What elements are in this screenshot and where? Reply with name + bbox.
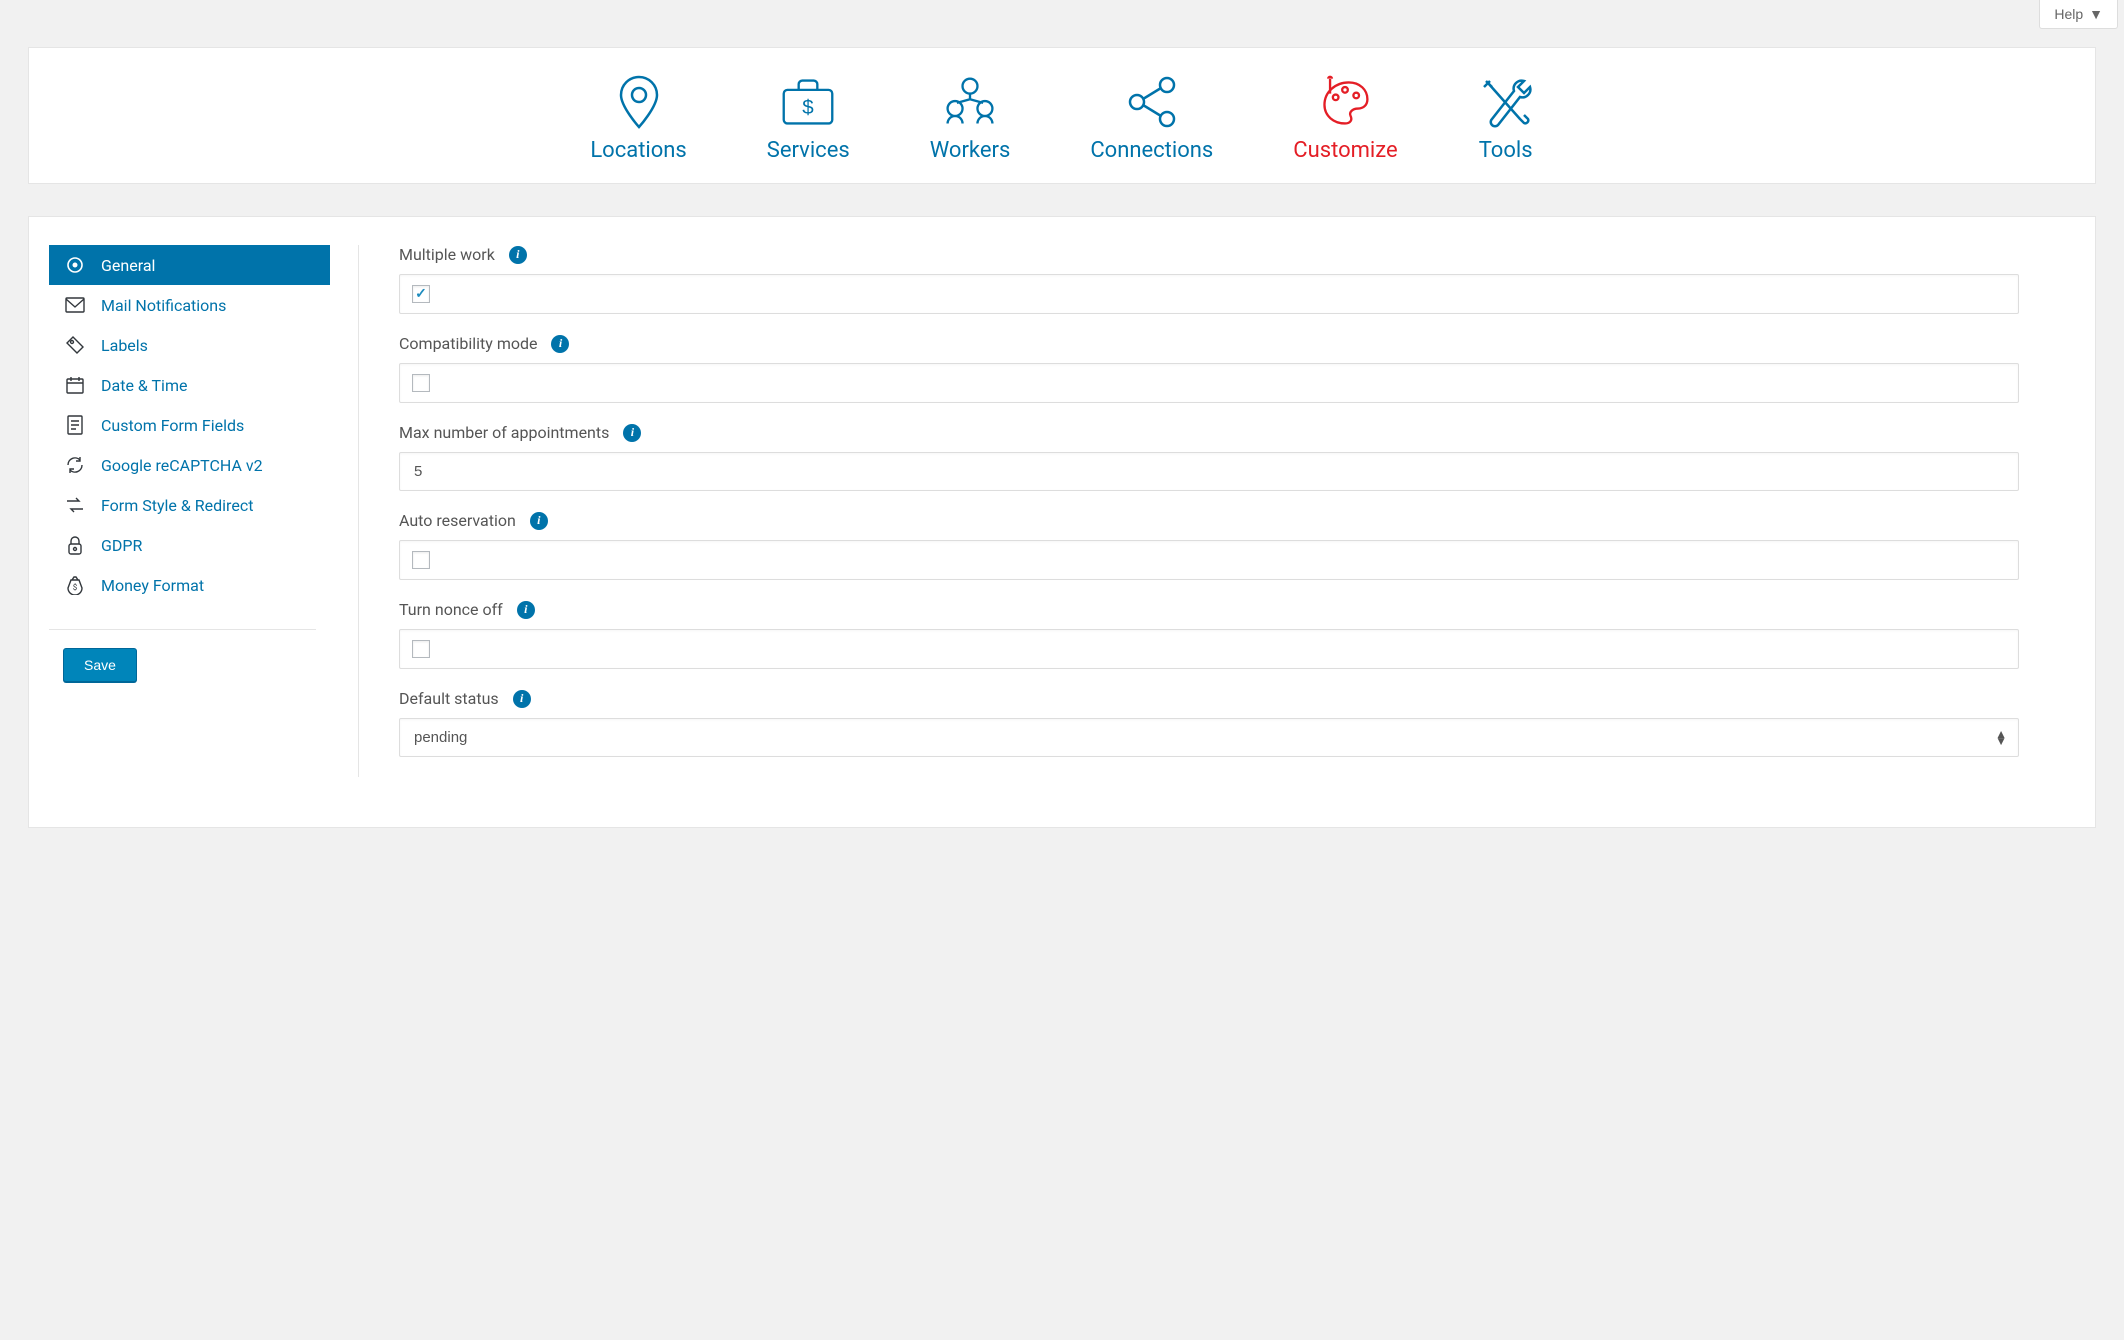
sidebar-item-label: GDPR: [101, 536, 142, 555]
tab-label: Customize: [1293, 138, 1397, 163]
tab-tools[interactable]: Tools: [1478, 74, 1534, 163]
svg-text:$: $: [803, 96, 815, 119]
field-label-text: Default status: [399, 689, 499, 708]
divider: [49, 629, 316, 630]
arrows-icon: [65, 495, 85, 515]
sidebar-item-mail[interactable]: Mail Notifications: [49, 285, 330, 325]
sidebar-nav: General Mail Notifications Labels Date &…: [49, 245, 330, 605]
envelope-icon: [65, 295, 85, 315]
lock-icon: [65, 535, 85, 555]
sidebar-item-label: Labels: [101, 336, 148, 355]
field-auto-reservation: Auto reservation i: [399, 511, 2019, 580]
refresh-icon: [65, 455, 85, 475]
sidebar-item-recaptcha[interactable]: Google reCAPTCHA v2: [49, 445, 330, 485]
radio-dot-icon: [65, 255, 85, 275]
sidebar-item-datetime[interactable]: Date & Time: [49, 365, 330, 405]
multiple-work-checkbox[interactable]: [412, 285, 430, 303]
field-turn-nonce-off: Turn nonce off i: [399, 600, 2019, 669]
sidebar-item-gdpr[interactable]: GDPR: [49, 525, 330, 565]
field-label-text: Max number of appointments: [399, 423, 609, 442]
info-icon[interactable]: i: [530, 512, 548, 530]
sidebar-item-label: Mail Notifications: [101, 296, 226, 315]
info-icon[interactable]: i: [509, 246, 527, 264]
default-status-select[interactable]: pending: [399, 718, 2019, 757]
field-label-text: Auto reservation: [399, 511, 516, 530]
sidebar-item-label: Custom Form Fields: [101, 416, 244, 435]
field-max-appointments: Max number of appointments i: [399, 423, 2019, 491]
field-compatibility-mode: Compatibility mode i: [399, 334, 2019, 403]
info-icon[interactable]: i: [551, 335, 569, 353]
document-icon: [65, 415, 85, 435]
sidebar-item-label: Google reCAPTCHA v2: [101, 456, 263, 475]
calendar-icon: [65, 375, 85, 395]
sidebar-item-label: General: [101, 256, 155, 275]
tab-workers[interactable]: Workers: [930, 74, 1011, 163]
sidebar-item-label: Money Format: [101, 576, 204, 595]
svg-text:$: $: [73, 583, 78, 592]
compatibility-mode-checkbox[interactable]: [412, 374, 430, 392]
help-button[interactable]: Help ▼: [2039, 0, 2118, 29]
share-icon: [1124, 74, 1180, 130]
money-bag-icon: $: [65, 575, 85, 595]
chevron-down-icon: ▼: [2089, 6, 2103, 22]
location-pin-icon: [611, 74, 667, 130]
field-label-text: Multiple work: [399, 245, 495, 264]
help-label: Help: [2054, 6, 2083, 22]
tab-services[interactable]: $ Services: [767, 74, 850, 163]
form-area: Multiple work i Compatibility mode i Max…: [359, 245, 2059, 777]
field-label-text: Turn nonce off: [399, 600, 503, 619]
info-icon[interactable]: i: [623, 424, 641, 442]
tab-label: Connections: [1090, 138, 1213, 163]
turn-nonce-off-checkbox[interactable]: [412, 640, 430, 658]
tools-icon: [1478, 74, 1534, 130]
sidebar-item-general[interactable]: General: [49, 245, 330, 285]
info-icon[interactable]: i: [517, 601, 535, 619]
tab-label: Locations: [590, 138, 686, 163]
info-icon[interactable]: i: [513, 690, 531, 708]
tab-connections[interactable]: Connections: [1090, 74, 1213, 163]
sidebar-item-formstyle[interactable]: Form Style & Redirect: [49, 485, 330, 525]
tab-customize[interactable]: Customize: [1293, 74, 1397, 163]
field-default-status: Default status i pending ▲▼: [399, 689, 2019, 757]
auto-reservation-checkbox[interactable]: [412, 551, 430, 569]
tab-locations[interactable]: Locations: [590, 74, 686, 163]
tag-icon: [65, 335, 85, 355]
sidebar-item-label: Form Style & Redirect: [101, 496, 253, 515]
sidebar-item-labels[interactable]: Labels: [49, 325, 330, 365]
field-multiple-work: Multiple work i: [399, 245, 2019, 314]
sidebar-item-label: Date & Time: [101, 376, 187, 395]
tab-label: Workers: [930, 138, 1011, 163]
save-button[interactable]: Save: [63, 648, 137, 682]
top-tabs: Locations $ Services Workers: [28, 47, 2096, 184]
tab-label: Tools: [1478, 138, 1534, 163]
sidebar-item-money[interactable]: $ Money Format: [49, 565, 330, 605]
palette-icon: [1317, 74, 1373, 130]
max-appointments-input[interactable]: [399, 452, 2019, 491]
settings-panel: General Mail Notifications Labels Date &…: [28, 216, 2096, 828]
tab-label: Services: [767, 138, 850, 163]
briefcase-dollar-icon: $: [780, 74, 836, 130]
sidebar-item-customfields[interactable]: Custom Form Fields: [49, 405, 330, 445]
workers-icon: [942, 74, 998, 130]
field-label-text: Compatibility mode: [399, 334, 537, 353]
